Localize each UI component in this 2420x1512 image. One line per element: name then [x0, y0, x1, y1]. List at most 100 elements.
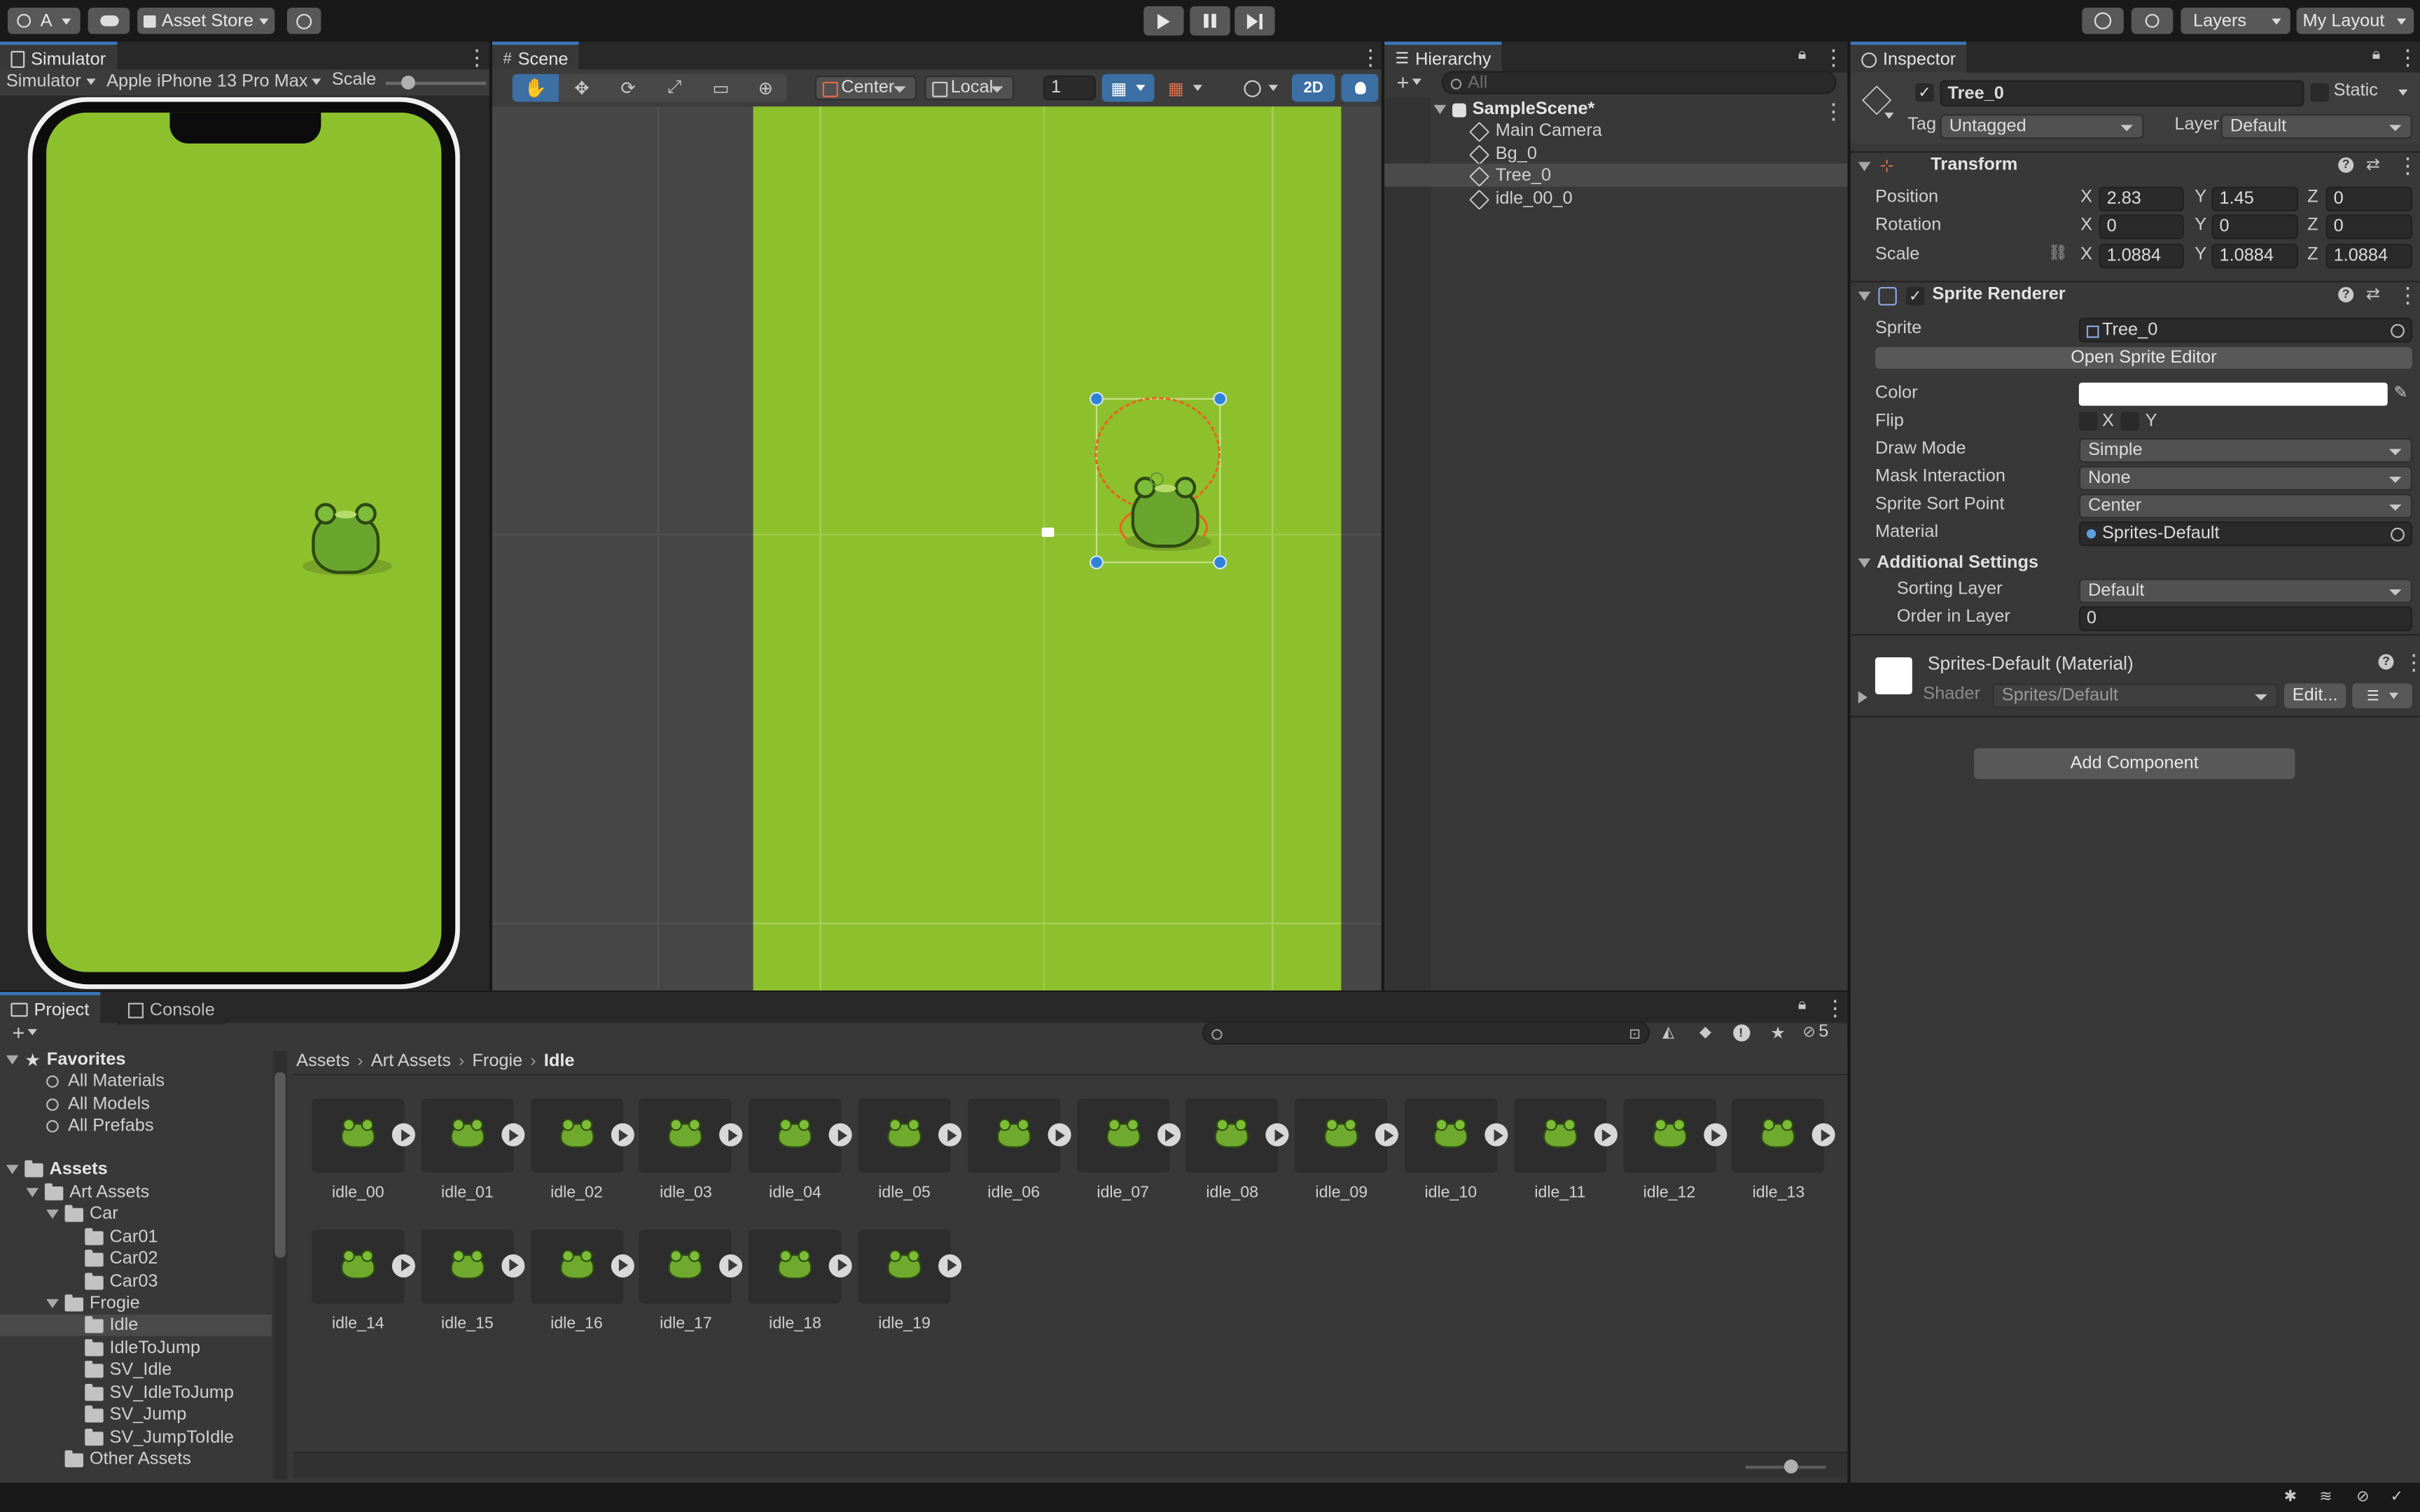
chevron-down-icon[interactable] [2398, 89, 2408, 96]
transform-tool[interactable]: ⊕ [744, 74, 787, 102]
color-field[interactable] [2078, 382, 2388, 406]
eyedropper-icon[interactable]: ✎ [2394, 383, 2408, 402]
active-checkbox[interactable]: ✓ [1915, 83, 1934, 102]
sprite-object-field[interactable]: Tree_0 [2078, 318, 2412, 343]
mode-2d-toggle[interactable]: 2D [1291, 74, 1335, 102]
scale-y-field[interactable]: 1.0884 [2211, 244, 2298, 269]
hierarchy-search-input[interactable]: All [1441, 71, 1837, 94]
layer-dropdown[interactable]: Default [2220, 114, 2412, 139]
asset-item[interactable]: idle_01 [421, 1098, 524, 1202]
scale-slider[interactable] [386, 75, 487, 90]
space-dropdown[interactable]: Local [924, 75, 1015, 101]
material-object-field[interactable]: Sprites-Default [2078, 521, 2412, 547]
favorite-all-materials[interactable]: All Materials [46, 1069, 165, 1093]
history-button[interactable] [2082, 8, 2124, 34]
expand-sprite-icon[interactable] [1484, 1123, 1508, 1147]
rotation-z-field[interactable]: 0 [2325, 214, 2412, 239]
corner-handle-bl[interactable] [1090, 555, 1104, 570]
breadcrumb-item[interactable]: Assets [296, 1051, 349, 1070]
play-button[interactable] [1143, 6, 1184, 36]
asset-item[interactable]: idle_10 [1404, 1098, 1508, 1202]
expand-sprite-icon[interactable] [1812, 1123, 1836, 1147]
cache-icon[interactable]: ≋ [2315, 1488, 2337, 1506]
expand-sprite-icon[interactable] [1375, 1123, 1399, 1147]
asset-item[interactable]: idle_16 [530, 1228, 634, 1332]
static-checkbox[interactable] [2310, 83, 2329, 102]
tag-dropdown[interactable]: Untagged [1940, 114, 2144, 139]
help-icon[interactable]: ? [2338, 157, 2354, 173]
asset-store-button[interactable]: Asset Store [137, 8, 275, 34]
rotation-y-field[interactable]: 0 [2211, 214, 2298, 239]
draw-mode-dropdown[interactable]: Simple [2078, 438, 2412, 463]
preset-icon[interactable]: ⇄ [2366, 154, 2380, 174]
scene-menu-icon[interactable] [1360, 45, 1365, 71]
grid-visibility-toggle[interactable]: ▦ [1159, 74, 1211, 102]
bug-icon[interactable]: ✱ [2279, 1488, 2301, 1506]
selected-sprite[interactable] [1090, 391, 1228, 570]
folder-idle[interactable]: Idle [85, 1313, 138, 1338]
hierarchy-item-main-camera[interactable]: Main Camera [1469, 119, 1602, 144]
project-menu-icon[interactable] [1824, 995, 1829, 1021]
hierarchy-menu-icon[interactable] [1823, 45, 1828, 71]
asset-item[interactable]: idle_06 [967, 1098, 1071, 1202]
shader-edit-button[interactable]: Edit... [2284, 683, 2346, 708]
add-component-button[interactable]: Add Component [1974, 748, 2295, 780]
flip-x-checkbox[interactable] [2078, 412, 2098, 430]
grid-snap-toggle[interactable]: ▦ [1101, 74, 1155, 102]
lock-icon[interactable]: 🔒︎ [1798, 997, 1807, 1014]
expand-sprite-icon[interactable] [391, 1123, 415, 1147]
object-name-field[interactable]: Tree_0 [1940, 80, 2304, 107]
breadcrumb-item[interactable]: Frogie [472, 1051, 522, 1070]
hidden-packages-toggle[interactable]: ⊘ 5 [1802, 1020, 1828, 1044]
sorting-layer-dropdown[interactable]: Default [2078, 578, 2412, 603]
sprite-renderer-header[interactable]: ✓ Sprite Renderer ? ⇄ [1850, 281, 2420, 309]
expand-sprite-icon[interactable] [829, 1253, 853, 1277]
shader-dropdown[interactable]: Sprites/Default [1992, 683, 2279, 708]
expand-sprite-icon[interactable] [719, 1123, 744, 1147]
corner-handle-tl[interactable] [1090, 391, 1104, 406]
expand-sprite-icon[interactable] [719, 1253, 744, 1277]
simulator-mode-dropdown[interactable]: Simulator [6, 69, 95, 94]
folder-sv-idle[interactable]: SV_Idle [85, 1358, 172, 1382]
expand-sprite-icon[interactable] [501, 1253, 524, 1277]
lighting-toggle[interactable] [1341, 74, 1379, 102]
asset-item[interactable]: idle_12 [1622, 1098, 1727, 1202]
scene-menu-icon[interactable] [1823, 99, 1828, 125]
position-z-field[interactable]: 0 [2325, 186, 2412, 211]
layout-dropdown[interactable]: My Layout [2296, 8, 2414, 34]
scale-x-field[interactable]: 1.0884 [2099, 244, 2184, 269]
asset-item[interactable]: idle_15 [421, 1228, 524, 1332]
breadcrumb-item[interactable]: Art Assets [371, 1051, 451, 1070]
step-button[interactable] [1235, 6, 1275, 36]
favorite-star-icon[interactable]: ★ [1767, 1021, 1789, 1043]
lock-icon[interactable]: 🔒︎ [2372, 46, 2381, 63]
check-status-icon[interactable]: ✓ [2386, 1488, 2408, 1506]
flip-y-checkbox[interactable] [2120, 412, 2139, 430]
create-asset-button[interactable]: + [8, 1020, 41, 1044]
material-menu-icon[interactable] [2403, 650, 2408, 676]
hand-tool[interactable]: ✋ [512, 74, 559, 102]
expand-sprite-icon[interactable] [1703, 1123, 1727, 1147]
lock-icon[interactable]: 🔒︎ [1798, 46, 1807, 63]
account-button[interactable]: A [8, 8, 81, 34]
object-picker-icon[interactable] [2391, 527, 2405, 542]
sprite-sort-point-dropdown[interactable]: Center [2078, 493, 2412, 519]
asset-item[interactable]: idle_02 [530, 1098, 634, 1202]
folder-other-assets[interactable]: Other Assets [64, 1447, 191, 1471]
asset-item[interactable]: idle_09 [1295, 1098, 1399, 1202]
asset-item[interactable]: idle_07 [1076, 1098, 1181, 1202]
additional-settings-foldout[interactable]: Additional Settings [1858, 551, 2038, 575]
expand-sprite-icon[interactable] [938, 1253, 962, 1277]
material-foldout-icon[interactable] [1858, 691, 1868, 704]
filter-warning-icon[interactable]: ! [1730, 1021, 1752, 1043]
pivot-dropdown[interactable]: Center [814, 75, 917, 101]
folder-car02[interactable]: Car02 [85, 1247, 158, 1271]
preset-icon[interactable]: ⇄ [2366, 284, 2380, 304]
asset-item[interactable]: idle_18 [749, 1228, 853, 1332]
expand-sprite-icon[interactable] [1157, 1123, 1181, 1147]
object-picker-icon[interactable] [2391, 323, 2405, 338]
favorite-all-prefabs[interactable]: All Prefabs [46, 1114, 154, 1138]
project-search-input[interactable]: ⊡ [1202, 1021, 1650, 1045]
device-dropdown[interactable]: Apple iPhone 13 Pro Max [106, 69, 322, 94]
open-sprite-editor-button[interactable]: Open Sprite Editor [1875, 346, 2412, 369]
